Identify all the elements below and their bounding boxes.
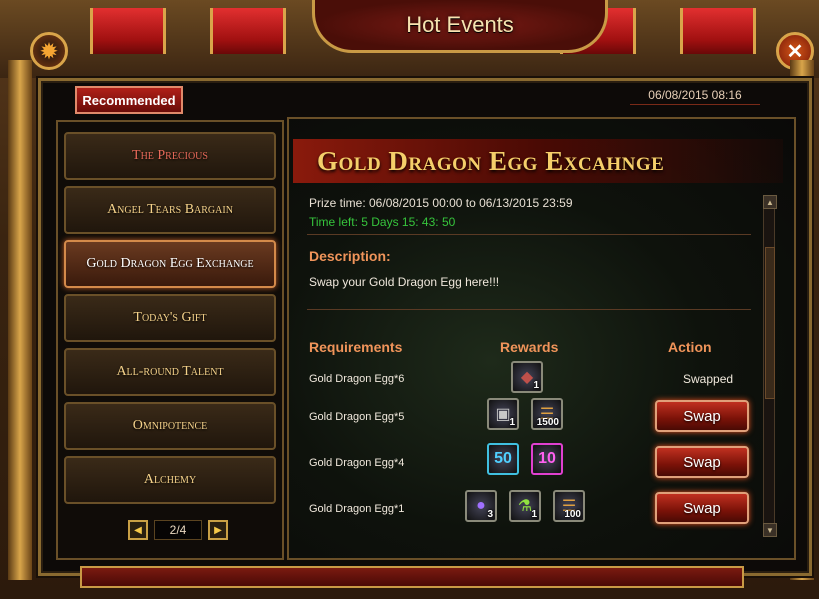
arrow-right-icon: ▶ xyxy=(214,524,222,536)
recommended-tag[interactable]: Recommended xyxy=(75,86,183,114)
event-item-the-precious[interactable]: The Precious xyxy=(64,132,276,180)
window-title: Hot Events xyxy=(406,12,514,37)
requirement-text: Gold Dragon Egg*6 xyxy=(309,373,405,385)
bottom-bar-decoration xyxy=(80,566,744,588)
requirements-header: Requirements xyxy=(309,339,403,355)
left-pillar-decoration xyxy=(8,60,32,580)
next-page-button[interactable]: ▶ xyxy=(208,520,228,540)
reward-item[interactable]: ☰ 100 xyxy=(553,490,585,522)
event-title: Gold Dragon Egg Excahnge xyxy=(293,139,783,183)
banner-decoration xyxy=(90,8,166,54)
page-indicator: 2/4 xyxy=(154,520,202,540)
reward-item[interactable]: ⚗ 1 xyxy=(509,490,541,522)
scroll-thumb[interactable] xyxy=(765,247,775,399)
badge-10-icon: 10 xyxy=(538,450,556,467)
reward-item[interactable]: ☰ 1500 xyxy=(531,398,563,430)
scroll-down-arrow-icon[interactable]: ▼ xyxy=(763,523,777,537)
window-title-plate: Hot Events xyxy=(312,0,608,53)
rewards-header: Rewards xyxy=(500,339,559,355)
swap-button[interactable]: Swap xyxy=(655,400,749,432)
reward-item[interactable]: ● 3 xyxy=(465,490,497,522)
divider xyxy=(307,234,751,235)
settings-gear-icon[interactable]: ✹ xyxy=(30,32,68,70)
swap-button[interactable]: Swap xyxy=(655,492,749,524)
arrow-left-icon: ◀ xyxy=(134,524,142,536)
reward-count: 1 xyxy=(533,380,539,391)
banner-decoration xyxy=(210,8,286,54)
prev-page-button[interactable]: ◀ xyxy=(128,520,148,540)
pager: ◀ 2/4 ▶ xyxy=(128,520,228,540)
event-item-gold-dragon-egg-exchange[interactable]: Gold Dragon Egg Exchange xyxy=(64,240,276,288)
event-item-omnipotence[interactable]: Omnipotence xyxy=(64,402,276,450)
swapped-status: Swapped xyxy=(683,372,734,386)
reward-item[interactable]: ▣ 1 xyxy=(487,398,519,430)
action-header: Action xyxy=(668,339,712,355)
event-item-todays-gift[interactable]: Today's Gift xyxy=(64,294,276,342)
requirement-text: Gold Dragon Egg*5 xyxy=(309,411,405,423)
reward-item[interactable]: 10 xyxy=(531,443,563,475)
reward-item[interactable]: ◆ 1 xyxy=(511,361,543,393)
badge-50-icon: 50 xyxy=(494,450,512,467)
event-item-alchemy[interactable]: Alchemy xyxy=(64,456,276,504)
reward-count: 100 xyxy=(564,509,581,520)
description-label: Description: xyxy=(309,248,391,264)
divider xyxy=(307,309,751,310)
swap-button[interactable]: Swap xyxy=(655,446,749,478)
event-list: The Precious Angel Tears Bargain Gold Dr… xyxy=(56,120,284,560)
requirement-text: Gold Dragon Egg*1 xyxy=(309,503,405,515)
reward-count: 1500 xyxy=(536,417,559,428)
scroll-up-arrow-icon[interactable]: ▲ xyxy=(763,195,777,209)
requirement-text: Gold Dragon Egg*4 xyxy=(309,457,405,469)
banner-decoration xyxy=(680,8,756,54)
event-item-all-round-talent[interactable]: All-round Talent xyxy=(64,348,276,396)
reward-count: 1 xyxy=(509,417,515,428)
reward-count: 3 xyxy=(487,509,493,520)
server-datetime: 06/08/2015 08:16 xyxy=(630,86,760,105)
prize-time: Prize time: 06/08/2015 00:00 to 06/13/20… xyxy=(309,196,573,210)
reward-item[interactable]: 50 xyxy=(487,443,519,475)
event-detail: Gold Dragon Egg Excahnge Prize time: 06/… xyxy=(287,117,796,560)
time-left: Time left: 5 Days 15: 43: 50 xyxy=(309,215,456,229)
event-item-angel-tears-bargain[interactable]: Angel Tears Bargain xyxy=(64,186,276,234)
description-text: Swap your Gold Dragon Egg here!!! xyxy=(309,275,500,289)
reward-count: 1 xyxy=(531,509,537,520)
